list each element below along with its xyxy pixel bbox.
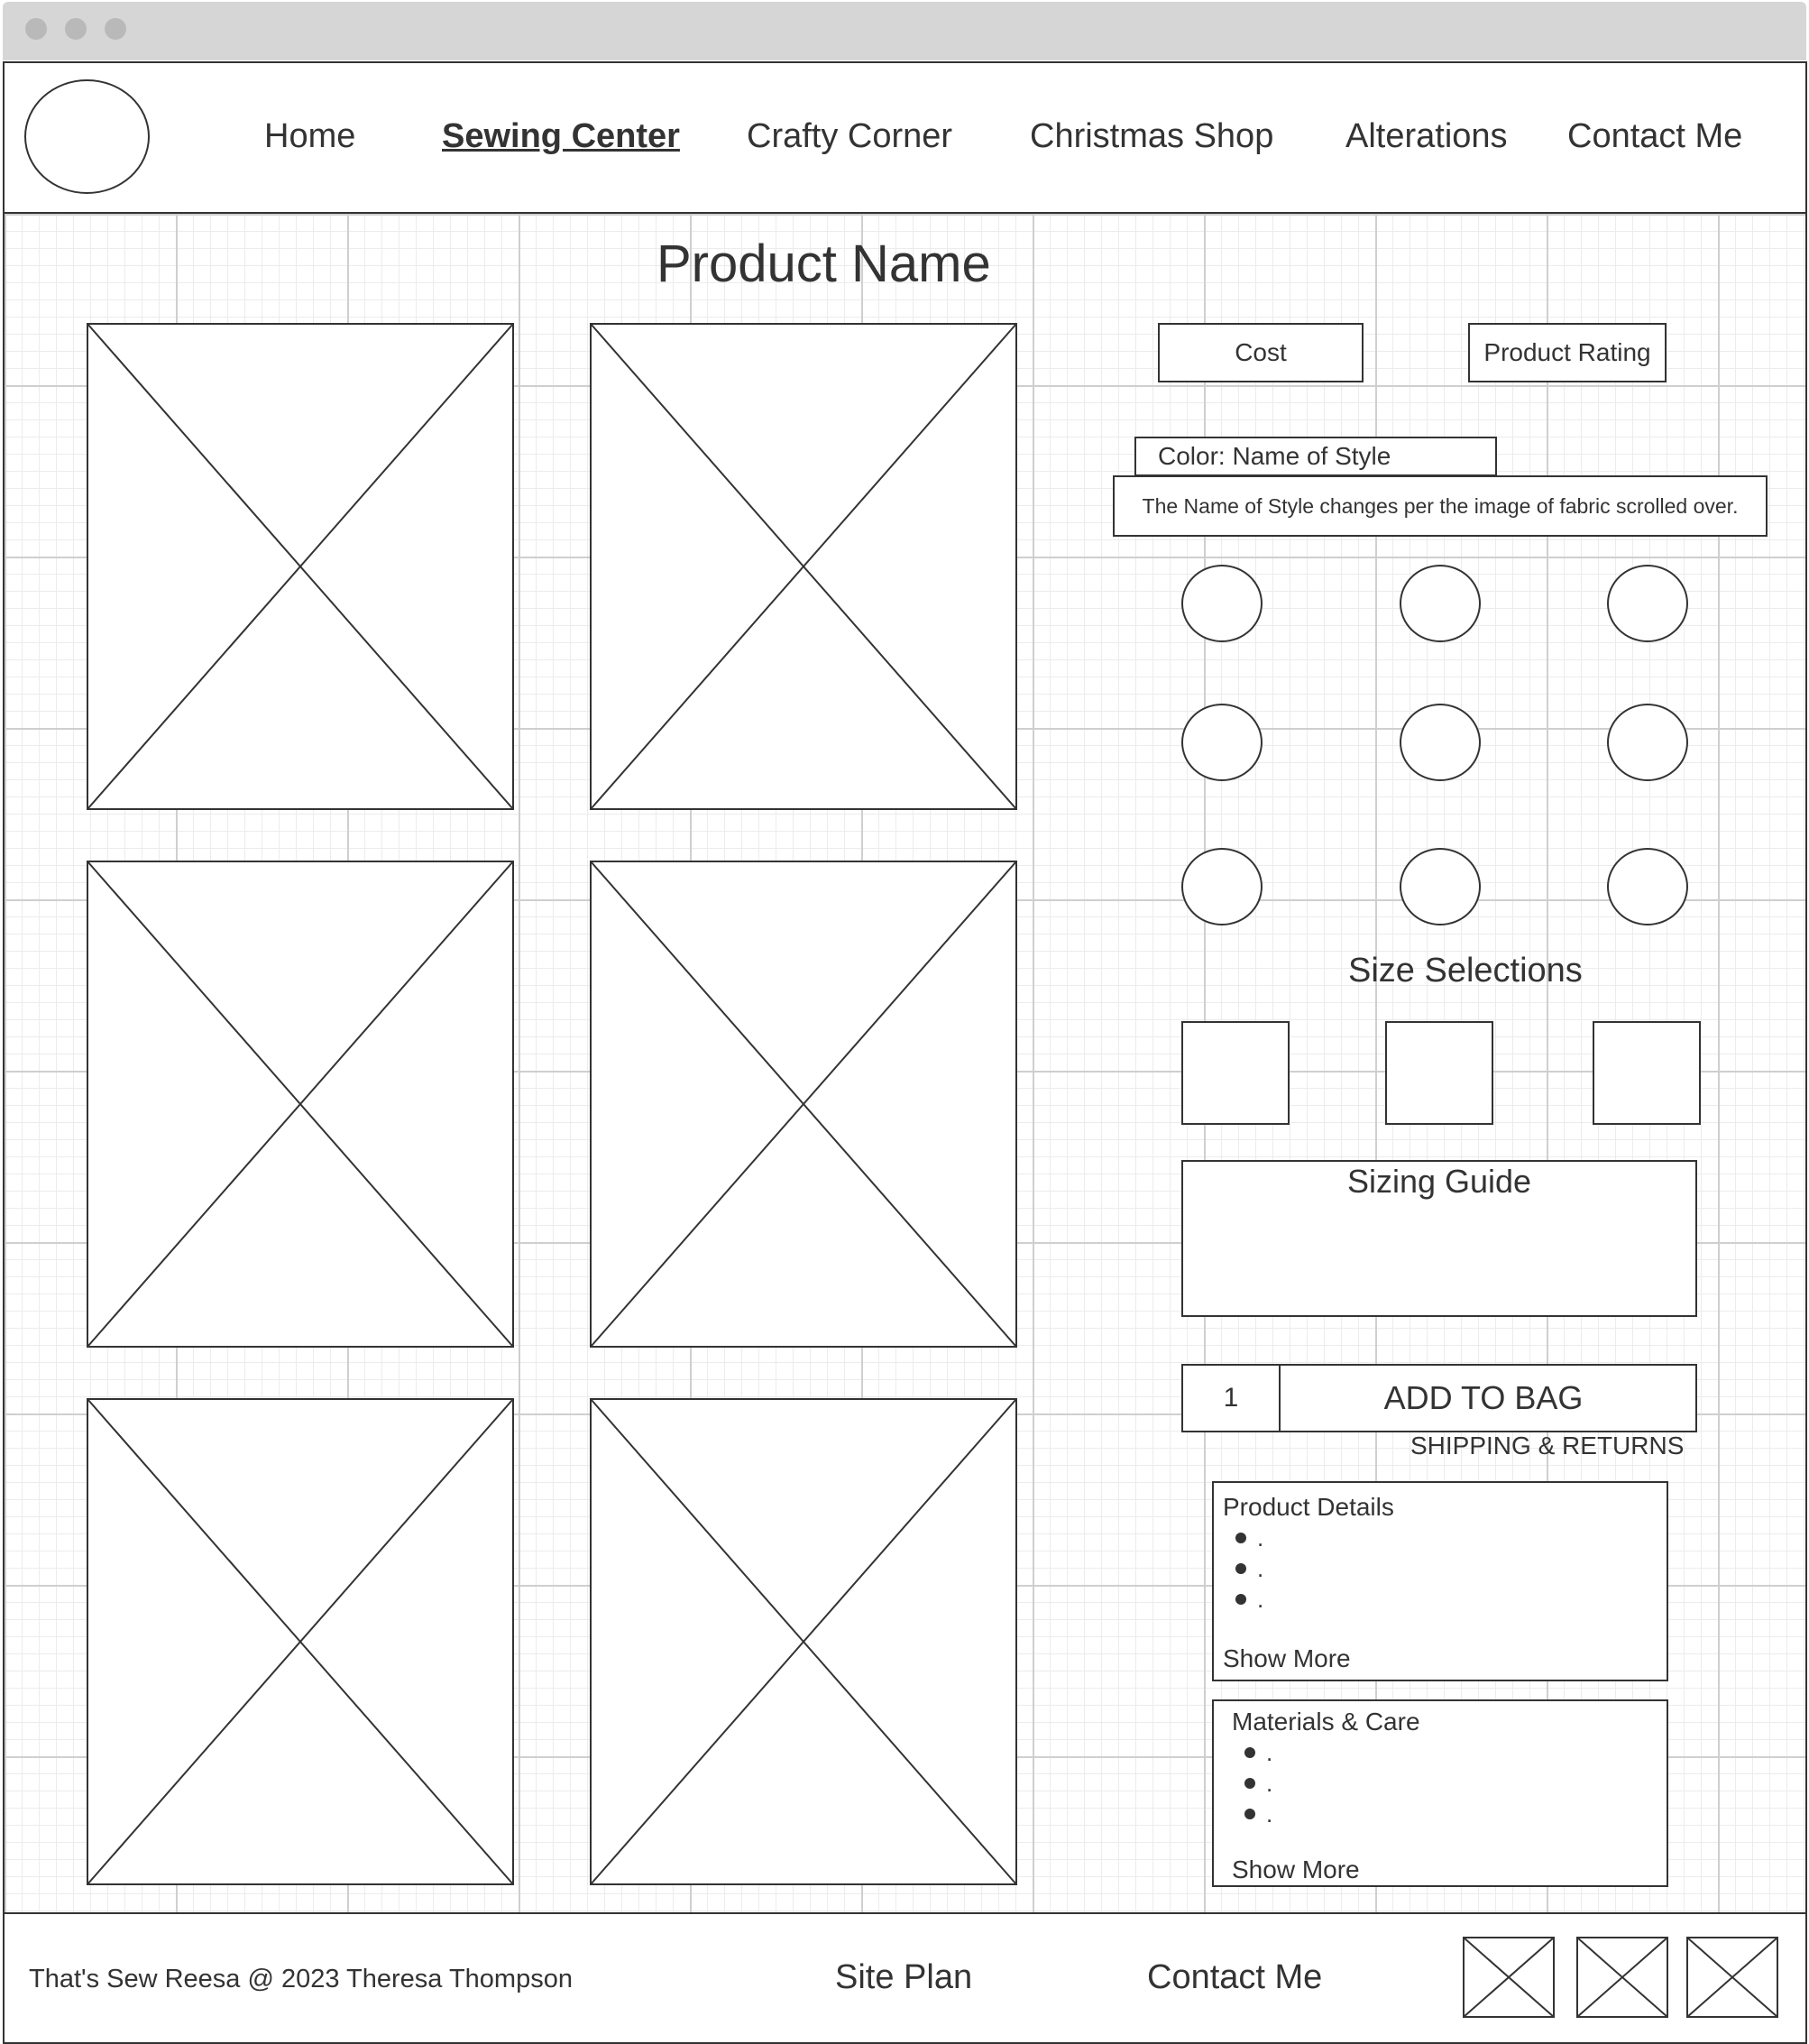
- materials-care-panel: Materials & Care . . . Show More: [1212, 1699, 1668, 1887]
- quantity-value: 1: [1223, 1383, 1239, 1413]
- fabric-swatch-9[interactable]: [1607, 848, 1688, 925]
- list-item: .: [1244, 1799, 1667, 1829]
- window-minimize-icon[interactable]: [65, 18, 87, 40]
- site-logo[interactable]: [24, 79, 150, 194]
- product-rating-box[interactable]: Product Rating: [1468, 323, 1667, 382]
- fabric-swatch-7[interactable]: [1181, 848, 1263, 925]
- footer-copyright: That's Sew Reesa @ 2023 Theresa Thompson: [29, 1965, 573, 1993]
- product-image-1[interactable]: [87, 323, 514, 810]
- nav-crafty-corner[interactable]: Crafty Corner: [747, 114, 952, 159]
- social-icon-2[interactable]: [1576, 1937, 1668, 2018]
- list-item: .: [1235, 1523, 1667, 1553]
- materials-care-show-more[interactable]: Show More: [1232, 1855, 1667, 1885]
- list-item: .: [1244, 1737, 1667, 1768]
- list-item: .: [1235, 1553, 1667, 1584]
- window-title-bar: [3, 2, 1806, 60]
- product-image-4[interactable]: [590, 861, 1017, 1348]
- product-details-panel: Product Details . . . Show More: [1212, 1481, 1668, 1681]
- color-note-box: The Name of Style changes per the image …: [1113, 475, 1768, 537]
- nav-christmas-shop[interactable]: Christmas Shop: [1030, 114, 1273, 159]
- materials-care-list: . . .: [1244, 1737, 1667, 1829]
- add-to-bag-label: ADD TO BAG: [1383, 1379, 1584, 1416]
- nav-alterations[interactable]: Alterations: [1345, 114, 1508, 159]
- product-image-3[interactable]: [87, 861, 514, 1348]
- size-option-1[interactable]: [1181, 1021, 1290, 1125]
- footer-site-plan-link[interactable]: Site Plan: [835, 1956, 972, 1999]
- window-maximize-icon[interactable]: [105, 18, 126, 40]
- window-close-icon[interactable]: [25, 18, 47, 40]
- size-option-3[interactable]: [1593, 1021, 1701, 1125]
- fabric-swatch-8[interactable]: [1400, 848, 1481, 925]
- sizing-guide-title: Sizing Guide: [1346, 1163, 1532, 1200]
- fabric-swatch-1[interactable]: [1181, 565, 1263, 642]
- fabric-swatch-4[interactable]: [1181, 704, 1263, 781]
- color-label-box: Color: Name of Style: [1134, 437, 1497, 476]
- product-details-show-more[interactable]: Show More: [1223, 1643, 1667, 1674]
- product-details-title: Product Details: [1223, 1493, 1394, 1521]
- add-to-bag-button[interactable]: ADD TO BAG: [1279, 1364, 1697, 1432]
- sizing-guide-box[interactable]: Sizing Guide: [1181, 1160, 1697, 1317]
- fabric-swatch-6[interactable]: [1607, 704, 1688, 781]
- product-image-2[interactable]: [590, 323, 1017, 810]
- product-details-list: . . .: [1235, 1523, 1667, 1615]
- color-note: The Name of Style changes per the image …: [1142, 494, 1739, 518]
- cost-label: Cost: [1235, 338, 1287, 366]
- size-selections-heading: Size Selections: [1348, 952, 1583, 990]
- fabric-swatch-2[interactable]: [1400, 565, 1481, 642]
- color-label: Color: Name of Style: [1158, 442, 1391, 470]
- social-icon-3[interactable]: [1686, 1937, 1778, 2018]
- size-option-2[interactable]: [1385, 1021, 1493, 1125]
- nav-home[interactable]: Home: [264, 114, 355, 159]
- materials-care-title: Materials & Care: [1232, 1708, 1420, 1736]
- list-item: .: [1235, 1584, 1667, 1615]
- fabric-swatch-3[interactable]: [1607, 565, 1688, 642]
- product-image-6[interactable]: [590, 1398, 1017, 1885]
- fabric-swatch-5[interactable]: [1400, 704, 1481, 781]
- list-item: .: [1244, 1768, 1667, 1799]
- cost-box: Cost: [1158, 323, 1364, 382]
- shipping-returns-link[interactable]: SHIPPING & RETURNS: [1410, 1431, 1684, 1461]
- product-rating-label: Product Rating: [1483, 338, 1651, 366]
- quantity-field[interactable]: 1: [1181, 1364, 1281, 1432]
- product-image-5[interactable]: [87, 1398, 514, 1885]
- social-icon-1[interactable]: [1463, 1937, 1555, 2018]
- nav-sewing-center[interactable]: Sewing Center: [442, 114, 680, 159]
- product-title: Product Name: [657, 235, 991, 293]
- nav-contact-me[interactable]: Contact Me: [1567, 114, 1742, 159]
- footer-contact-link[interactable]: Contact Me: [1147, 1956, 1322, 1999]
